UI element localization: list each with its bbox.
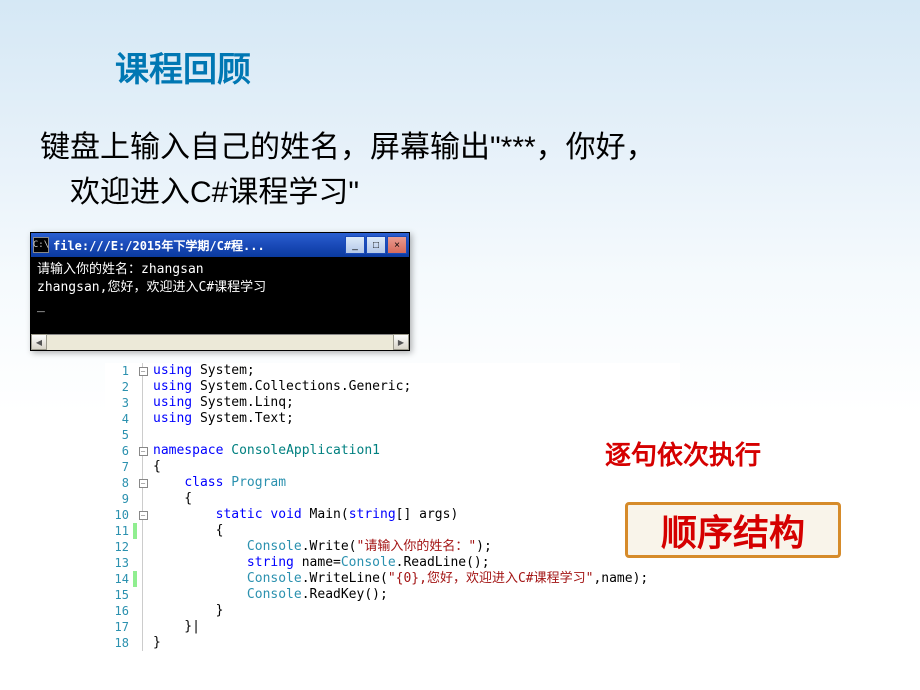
fold-icon[interactable]: − xyxy=(139,511,148,520)
fold-icon[interactable]: − xyxy=(139,367,148,376)
console-line-1: 请输入你的姓名：zhangsan xyxy=(37,262,204,277)
maximize-button[interactable]: □ xyxy=(366,236,386,254)
code-line-3: 3using System.Linq; xyxy=(105,395,680,411)
console-icon: C:\ xyxy=(33,237,49,253)
code-line-14: 14 Console.WriteLine("{0},您好，欢迎进入C#课程学习"… xyxy=(105,571,680,587)
code-line-4: 4using System.Text; xyxy=(105,411,680,427)
fold-icon[interactable]: − xyxy=(139,479,148,488)
structure-badge: 顺序结构 xyxy=(625,502,841,558)
code-line-6: 6−namespace ConsoleApplication1 xyxy=(105,443,680,459)
code-line-15: 15 Console.ReadKey(); xyxy=(105,587,680,603)
code-line-13: 13 string name=Console.ReadLine(); xyxy=(105,555,680,571)
code-line-11: 11 { xyxy=(105,523,680,539)
inline-label: 逐句依次执行 xyxy=(605,435,761,472)
code-line-9: 9 { xyxy=(105,491,680,507)
code-editor: 1−using System; 2using System.Collection… xyxy=(105,363,680,651)
code-line-10: 10− static void Main(string[] args) xyxy=(105,507,680,523)
scroll-right-button[interactable]: ▶ xyxy=(393,334,409,350)
code-line-18: 18} xyxy=(105,635,680,651)
code-line-12: 12 Console.Write("请输入你的姓名："); xyxy=(105,539,680,555)
code-line-2: 2using System.Collections.Generic; xyxy=(105,379,680,395)
console-output: 请输入你的姓名：zhangsan zhangsan,您好，欢迎进入C#课程学习 … xyxy=(31,257,409,334)
code-line-17: 17 }| xyxy=(105,619,680,635)
subtitle-line2: 欢迎进入C#课程学习" xyxy=(40,170,880,215)
code-line-1: 1−using System; xyxy=(105,363,680,379)
code-line-5: 5 xyxy=(105,427,680,443)
slide-title: 课程回顾 xyxy=(115,42,251,91)
horizontal-scrollbar[interactable]: ◀ ▶ xyxy=(31,334,409,350)
console-line-2: zhangsan,您好，欢迎进入C#课程学习 xyxy=(37,280,266,295)
code-line-8: 8− class Program xyxy=(105,475,680,491)
console-titlebar[interactable]: C:\ file:///E:/2015年下学期/C#程... _ □ × xyxy=(31,233,409,257)
subtitle-line1: 键盘上输入自己的姓名，屏幕输出"***，你好， xyxy=(40,125,880,170)
close-button[interactable]: × xyxy=(387,236,407,254)
fold-icon[interactable]: − xyxy=(139,447,148,456)
scroll-left-button[interactable]: ◀ xyxy=(31,334,47,350)
console-window: C:\ file:///E:/2015年下学期/C#程... _ □ × 请输入… xyxy=(30,232,410,351)
console-title-text: file:///E:/2015年下学期/C#程... xyxy=(53,237,345,254)
slide-subtitle: 键盘上输入自己的姓名，屏幕输出"***，你好， 欢迎进入C#课程学习" xyxy=(40,125,880,215)
code-line-7: 7{ xyxy=(105,459,680,475)
minimize-button[interactable]: _ xyxy=(345,236,365,254)
code-line-16: 16 } xyxy=(105,603,680,619)
